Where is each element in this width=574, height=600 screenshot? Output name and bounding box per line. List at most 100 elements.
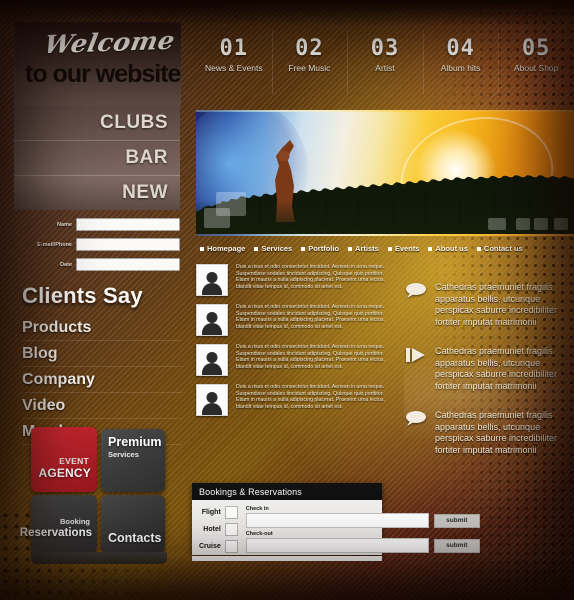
nav-item-artists[interactable]: Artists: [348, 244, 379, 253]
topnav-number: 01: [219, 36, 249, 61]
sidebar-item-bar[interactable]: BAR: [14, 140, 180, 175]
sidebar-item-new[interactable]: NEW: [14, 175, 180, 210]
tile-premium-label: Premium: [108, 435, 162, 449]
feature-block-1[interactable]: Cathedras praemuniet fragilis apparatus …: [404, 282, 574, 328]
clients-say-section: Clients Say Products Blog Company Video …: [22, 283, 182, 445]
bullet-square-icon: [476, 246, 481, 251]
nav-item-label: Services: [261, 244, 293, 253]
nav-item-contact-us[interactable]: Contact us: [476, 244, 523, 253]
person-avatar-icon: [196, 344, 228, 376]
checkin-label: Check in: [245, 506, 269, 512]
bullet-square-icon: [254, 246, 259, 251]
topnav-item-1[interactable]: 01 News & Events: [196, 36, 272, 88]
flight-checkbox[interactable]: [224, 506, 238, 519]
nav-item-label: Homepage: [207, 244, 246, 253]
list-item[interactable]: Duis a risus et odio consectetur tincidu…: [196, 344, 386, 376]
checkout-row: submit: [245, 538, 480, 553]
tile-event-label: EVENT: [59, 456, 89, 466]
sidebar-item-label: NEW: [122, 182, 168, 203]
list-item-text: Duis a risus et odio consectetur tincidu…: [236, 264, 385, 290]
nav-item-label: About us: [435, 244, 468, 253]
cruise-checkbox[interactable]: [224, 540, 238, 553]
list-item-text: Duis a risus et odio consectetur tincidu…: [236, 344, 385, 370]
bookings-title: Bookings & Reservations: [199, 486, 302, 497]
tiles-bottom-strip: [31, 552, 167, 564]
person-avatar-icon: [196, 264, 228, 296]
sidebar-item-clubs[interactable]: CLUBS: [14, 106, 180, 140]
topnav-item-4[interactable]: 04 Album hits: [422, 30, 499, 94]
date-field[interactable]: [76, 258, 180, 271]
feature-block-3[interactable]: Cathedras praemuniet fragilis apparatus …: [404, 410, 574, 456]
nav-item-about-us[interactable]: About us: [428, 244, 468, 253]
tile-contacts-label: Contacts: [108, 531, 162, 545]
topnav-caption: About Shop: [513, 63, 559, 73]
bullet-square-icon: [428, 246, 433, 251]
list-item[interactable]: Duis a risus et odio consectetur tincidu…: [196, 384, 386, 416]
feature-block-text: Cathedras praemuniet fragilis apparatus …: [435, 410, 558, 455]
date-field-label: Date: [60, 261, 72, 268]
welcome-panel: Welcome to our website: [14, 22, 181, 106]
hero-banner[interactable]: [196, 110, 574, 236]
nav-item-label: Portfolio: [308, 244, 340, 253]
clients-item-video[interactable]: Video: [22, 393, 182, 419]
bookings-fields: Check in submit Check-out submit: [245, 506, 480, 557]
tile-contacts[interactable]: Contacts: [101, 495, 165, 553]
nav-item-events[interactable]: Events: [387, 244, 420, 253]
nav-item-services[interactable]: Services: [254, 244, 292, 253]
clients-item-blog[interactable]: Blog: [22, 341, 182, 367]
clients-say-title: Clients Say: [22, 283, 143, 308]
list-item[interactable]: Duis a risus et odio consectetur tincidu…: [196, 264, 386, 296]
sidebar-item-label: CLUBS: [100, 112, 168, 133]
submit-button-checkout[interactable]: submit: [433, 538, 480, 553]
speech-bubble-icon: [404, 410, 428, 430]
play-triangle-icon: [404, 346, 428, 366]
tile-booking-label: Booking: [60, 517, 90, 526]
nav-item-label: Events: [394, 244, 420, 253]
left-menu-panel: CLUBS BAR NEW: [14, 106, 180, 210]
name-field[interactable]: [76, 218, 180, 231]
tile-event-agency[interactable]: EVENT AGENCY: [31, 427, 97, 492]
form-row-email-phone: E-mail/Phone: [14, 238, 180, 251]
bookings-bottom-bar: [192, 556, 382, 561]
bookings-body: Flight Hotel Cruise Check in submit Chec…: [192, 500, 480, 557]
topnav-caption: Free Music: [288, 63, 331, 73]
topnav-item-2[interactable]: 02 Free Music: [271, 30, 348, 94]
hero-square-6: [554, 218, 568, 230]
feature-block-text: Cathedras praemuniet fragilis apparatus …: [435, 346, 558, 391]
submit-button-checkin[interactable]: submit: [433, 513, 480, 528]
topnav-item-5[interactable]: 05 About Shop: [498, 30, 574, 94]
clients-item-products[interactable]: Products: [22, 315, 182, 341]
tile-booking-reservations[interactable]: Booking Reservations: [20, 495, 97, 553]
tile-premium-services[interactable]: Premium Services: [101, 429, 165, 492]
feature-column: Cathedras praemuniet fragilis apparatus …: [404, 282, 574, 474]
checkin-input[interactable]: [245, 513, 429, 528]
feature-block-2[interactable]: Cathedras praemuniet fragilis apparatus …: [404, 346, 574, 392]
hotel-checkbox[interactable]: [224, 523, 238, 536]
nav-item-portfolio[interactable]: Portfolio: [301, 244, 339, 253]
option-cruise-label: Cruise: [199, 543, 221, 550]
promo-tiles: EVENT AGENCY Premium Services Booking Re…: [20, 427, 167, 555]
email-phone-field[interactable]: [76, 238, 180, 251]
nav-item-homepage[interactable]: Homepage: [200, 244, 245, 253]
list-item[interactable]: Duis a risus et odio consectetur tincidu…: [196, 304, 386, 336]
clients-item-company[interactable]: Company: [22, 367, 182, 393]
contact-form: Name E-mail/Phone Date: [14, 218, 180, 278]
option-hotel[interactable]: Hotel: [199, 523, 238, 536]
bullet-square-icon: [387, 246, 392, 251]
bookings-panel: Bookings & Reservations Flight Hotel Cru…: [192, 483, 480, 557]
list-item-text: Duis a risus et odio consectetur tincidu…: [236, 304, 385, 330]
feature-block-text: Cathedras praemuniet fragilis apparatus …: [435, 282, 558, 327]
checkin-row: submit: [245, 513, 480, 528]
name-field-label: Name: [57, 221, 72, 228]
checkout-input[interactable]: [245, 538, 429, 553]
hero-square-4: [516, 218, 530, 230]
sidebar-item-label: BAR: [125, 147, 168, 168]
bullet-square-icon: [301, 246, 306, 251]
topnav-item-3[interactable]: 03 Artist: [347, 30, 423, 94]
option-flight[interactable]: Flight: [199, 506, 238, 519]
email-phone-field-label: E-mail/Phone: [37, 241, 72, 248]
speech-bubble-icon: [404, 282, 428, 302]
option-cruise[interactable]: Cruise: [199, 540, 238, 553]
nav-item-label: Artists: [355, 244, 379, 253]
form-row-date: Date: [14, 258, 180, 271]
